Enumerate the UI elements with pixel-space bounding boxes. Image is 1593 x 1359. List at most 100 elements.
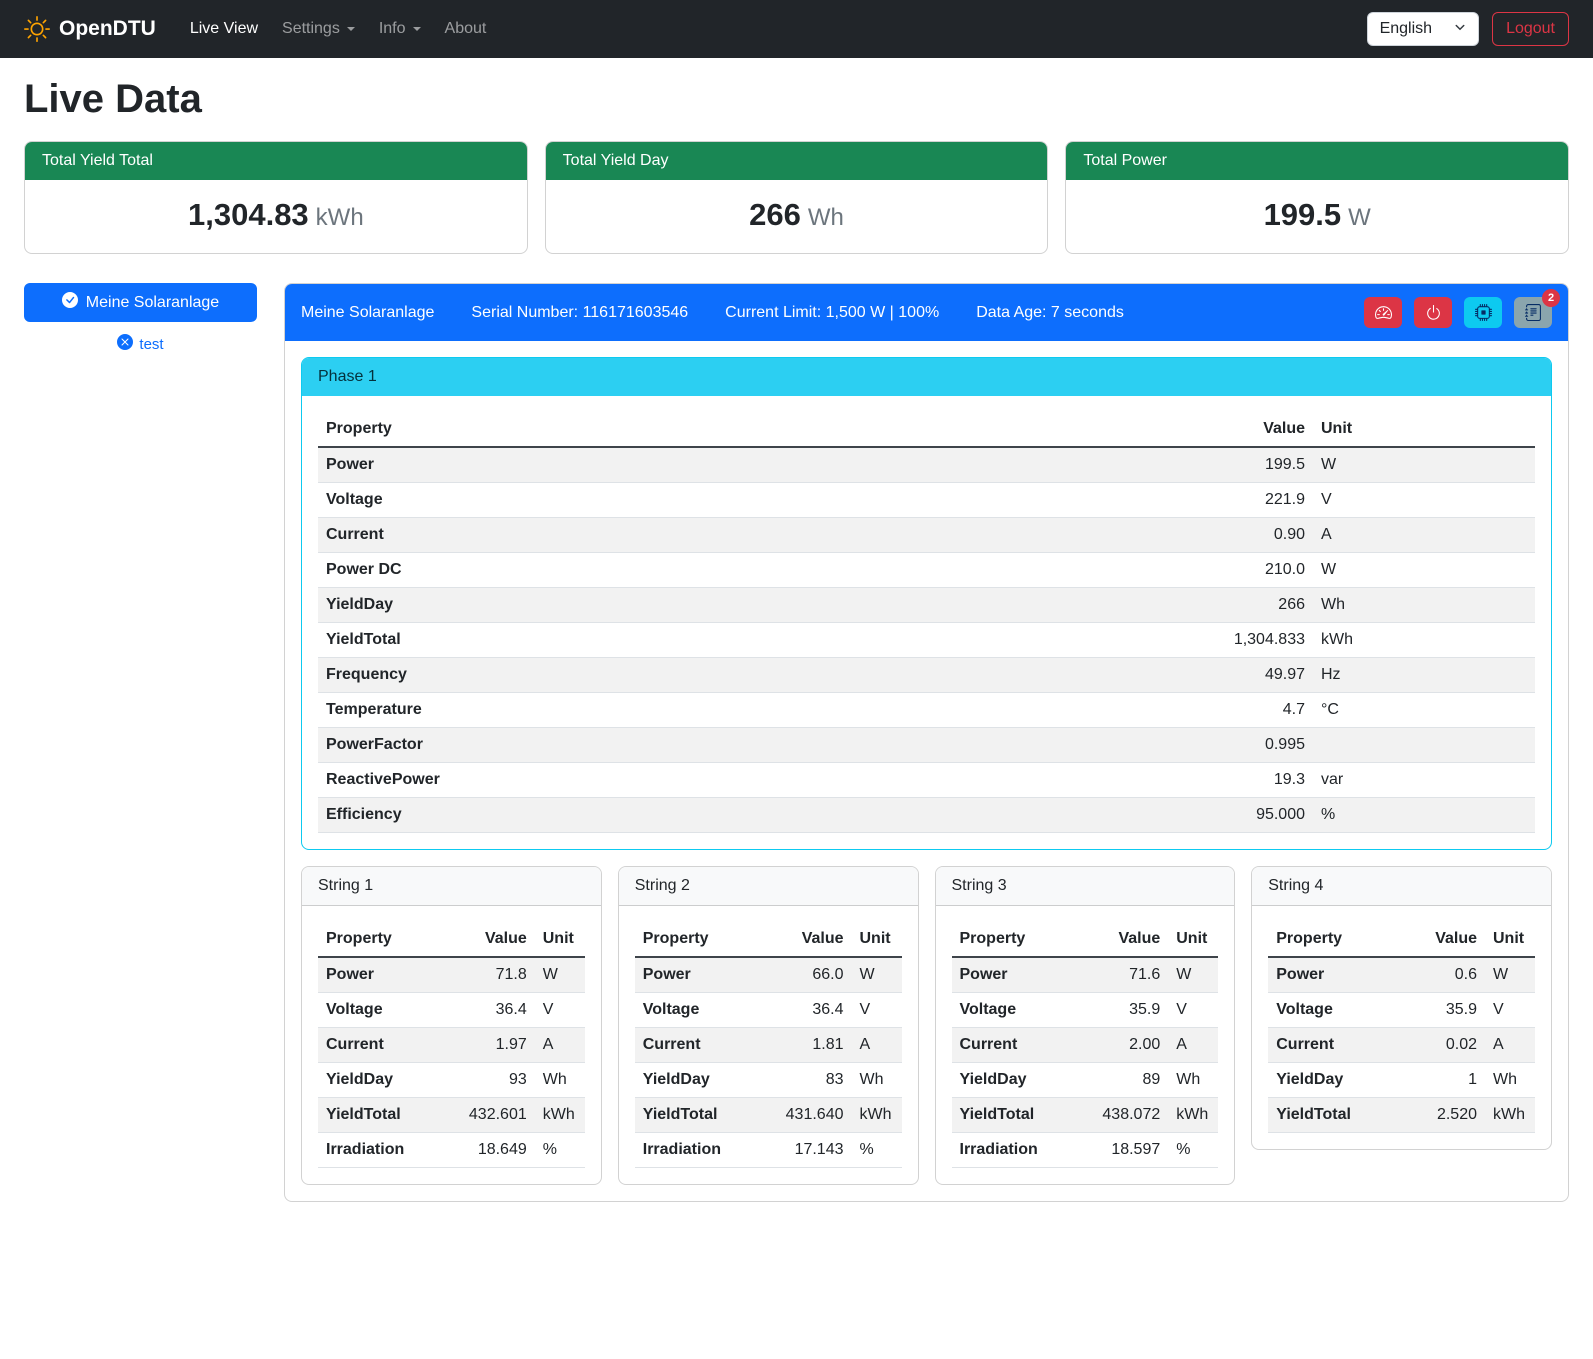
- property-cell: Frequency: [318, 658, 913, 693]
- logout-button[interactable]: Logout: [1492, 12, 1569, 46]
- nav-about[interactable]: About: [433, 12, 499, 46]
- table-row: Voltage36.4V: [318, 993, 585, 1028]
- phase-card: Phase 1 PropertyValueUnit Power199.5WVol…: [301, 357, 1552, 850]
- unit-cell: kWh: [852, 1098, 902, 1133]
- power-settings-button[interactable]: [1414, 297, 1452, 328]
- unit-cell: W: [1168, 957, 1218, 993]
- sidebar-inverter-button[interactable]: Meine Solaranlage: [24, 283, 257, 322]
- nav-live-view-label: Live View: [190, 20, 258, 38]
- table-row: Current0.90A: [318, 518, 1535, 553]
- table-row: PowerFactor0.995: [318, 728, 1535, 763]
- value-cell: 1.81: [756, 1028, 851, 1063]
- language-select[interactable]: English: [1367, 12, 1479, 46]
- unit-cell: var: [1313, 763, 1535, 798]
- nav-settings-label: Settings: [282, 20, 340, 38]
- summary-card-title: Total Yield Total: [25, 142, 527, 180]
- table-row: Power71.8W: [318, 957, 585, 993]
- property-cell: Voltage: [318, 993, 440, 1028]
- summary-card-total-yield-total: Total Yield Total 1,304.83 kWh: [24, 141, 528, 254]
- limit-settings-button[interactable]: [1364, 297, 1402, 328]
- value-cell: 71.8: [440, 957, 535, 993]
- value-cell: 1,304.833: [913, 623, 1313, 658]
- sidebar-group-tag[interactable]: test: [24, 334, 257, 354]
- string-card-body: PropertyValueUnit Power71.6WVoltage35.9V…: [936, 906, 1235, 1184]
- string-table: PropertyValueUnit Power66.0WVoltage36.4V…: [635, 922, 902, 1168]
- table-header-row: PropertyValueUnit: [1268, 922, 1535, 957]
- property-cell: Current: [635, 1028, 757, 1063]
- nav-live-view[interactable]: Live View: [178, 12, 270, 46]
- string-card-title: String 3: [936, 867, 1235, 906]
- property-cell: Current: [952, 1028, 1074, 1063]
- table-row: YieldDay93Wh: [318, 1063, 585, 1098]
- phase-table: PropertyValueUnit Power199.5WVoltage221.…: [318, 412, 1535, 833]
- table-row: Temperature4.7°C: [318, 693, 1535, 728]
- unit-cell: %: [1313, 798, 1535, 833]
- event-log-button[interactable]: 2: [1514, 297, 1552, 328]
- value-cell: 35.9: [1073, 993, 1168, 1028]
- unit-cell: Hz: [1313, 658, 1535, 693]
- table-row: YieldTotal431.640kWh: [635, 1098, 902, 1133]
- property-cell: Power: [1268, 957, 1400, 993]
- unit-cell: kWh: [1313, 623, 1535, 658]
- summary-card-total-yield-day: Total Yield Day 266Wh: [545, 141, 1049, 254]
- value-cell: 221.9: [913, 483, 1313, 518]
- summary-card-title: Total Yield Day: [546, 142, 1048, 180]
- summary-card-body: 1,304.83 kWh: [25, 180, 527, 253]
- inverter-serial: Serial Number: 116171603546: [471, 304, 688, 322]
- inverter-current-limit: Current Limit: 1,500 W | 100%: [725, 304, 939, 322]
- table-row: Current2.00A: [952, 1028, 1219, 1063]
- string-card-2: String 2 PropertyValueUnit Power66.0WVol…: [618, 866, 919, 1185]
- phase-card-title: Phase 1: [302, 358, 1551, 396]
- value-cell: 83: [756, 1063, 851, 1098]
- table-row: YieldDay1Wh: [1268, 1063, 1535, 1098]
- property-cell: Power: [635, 957, 757, 993]
- value-cell: 93: [440, 1063, 535, 1098]
- unit-cell: %: [535, 1133, 585, 1168]
- column-header-value: Value: [913, 412, 1313, 447]
- summary-unit: kWh: [316, 204, 364, 231]
- nav-info[interactable]: Info: [367, 12, 433, 46]
- sun-icon: [24, 16, 50, 42]
- property-cell: Power: [318, 957, 440, 993]
- unit-cell: Wh: [1313, 588, 1535, 623]
- chevron-down-icon: [1454, 20, 1466, 38]
- property-cell: Voltage: [635, 993, 757, 1028]
- value-cell: 66.0: [756, 957, 851, 993]
- property-cell: Efficiency: [318, 798, 913, 833]
- property-cell: YieldDay: [318, 1063, 440, 1098]
- property-cell: Voltage: [952, 993, 1074, 1028]
- value-cell: 0.995: [913, 728, 1313, 763]
- unit-cell: Wh: [535, 1063, 585, 1098]
- table-row: YieldTotal1,304.833kWh: [318, 623, 1535, 658]
- page-title: Live Data: [24, 77, 1569, 122]
- string-card-body: PropertyValueUnit Power66.0WVoltage36.4V…: [619, 906, 918, 1184]
- value-cell: 49.97: [913, 658, 1313, 693]
- string-table: PropertyValueUnit Power71.8WVoltage36.4V…: [318, 922, 585, 1168]
- brand-label: OpenDTU: [59, 17, 156, 41]
- property-cell: Irradiation: [952, 1133, 1074, 1168]
- string-card-1: String 1 PropertyValueUnit Power71.8WVol…: [301, 866, 602, 1185]
- summary-card-title: Total Power: [1066, 142, 1568, 180]
- string-card-body: PropertyValueUnit Power0.6WVoltage35.9VC…: [1252, 906, 1551, 1149]
- property-cell: YieldTotal: [318, 623, 913, 658]
- nav-right: English Logout: [1367, 12, 1569, 46]
- device-info-button[interactable]: [1464, 297, 1502, 328]
- event-count-badge: 2: [1542, 289, 1560, 307]
- nav-settings[interactable]: Settings: [270, 12, 367, 46]
- value-cell: 431.640: [756, 1098, 851, 1133]
- summary-unit: Wh: [808, 204, 844, 231]
- unit-cell: W: [1313, 553, 1535, 588]
- value-cell: 17.143: [756, 1133, 851, 1168]
- property-cell: YieldDay: [952, 1063, 1074, 1098]
- table-header-row: PropertyValueUnit: [318, 412, 1535, 447]
- summary-value: 1,304.83: [188, 197, 309, 232]
- table-header-row: PropertyValueUnit: [952, 922, 1219, 957]
- unit-cell: A: [1485, 1028, 1535, 1063]
- table-row: Current1.81A: [635, 1028, 902, 1063]
- value-cell: 18.649: [440, 1133, 535, 1168]
- brand[interactable]: OpenDTU: [24, 16, 156, 42]
- table-row: YieldDay89Wh: [952, 1063, 1219, 1098]
- sidebar: Meine Solaranlage test: [24, 283, 257, 354]
- string-card-title: String 1: [302, 867, 601, 906]
- value-cell: 4.7: [913, 693, 1313, 728]
